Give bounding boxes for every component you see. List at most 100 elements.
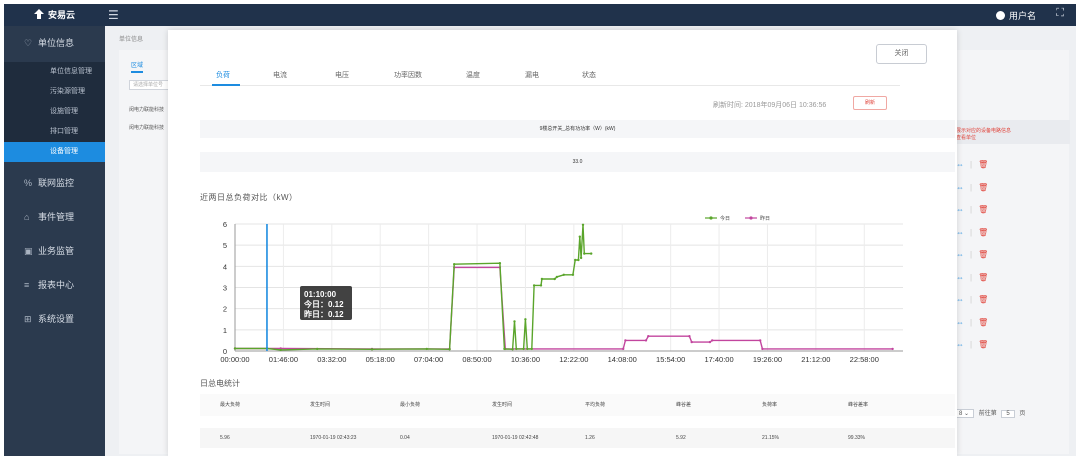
delete-icon[interactable]: 🗑 bbox=[978, 295, 988, 304]
x-tick-label: 03:32:00 bbox=[317, 355, 346, 364]
data-point[interactable] bbox=[690, 340, 693, 344]
data-point[interactable] bbox=[761, 347, 764, 351]
data-point[interactable] bbox=[530, 347, 533, 351]
list-item[interactable]: 闵电力联能科技 bbox=[129, 106, 164, 113]
close-button[interactable]: 关闭 bbox=[876, 44, 927, 64]
list-item[interactable]: 闵电力联能科技 bbox=[129, 124, 164, 131]
delete-icon[interactable]: 🗑 bbox=[978, 250, 988, 259]
sidebar-group-event[interactable]: ⌂ 事件管理 bbox=[4, 204, 105, 230]
data-point[interactable] bbox=[425, 347, 428, 351]
data-point[interactable] bbox=[891, 347, 894, 351]
user-menu[interactable]: 用户名 bbox=[995, 9, 1036, 22]
data-point[interactable] bbox=[448, 348, 451, 351]
data-point[interactable] bbox=[708, 340, 712, 344]
sidebar-item-device[interactable]: 设备管理 bbox=[4, 142, 105, 162]
delete-icon[interactable]: 🗑 bbox=[978, 340, 988, 349]
edit-icon[interactable]: ⇔ bbox=[956, 295, 964, 304]
data-point[interactable] bbox=[539, 284, 543, 287]
delete-icon[interactable]: 🗑 bbox=[978, 205, 988, 214]
operations-note[interactable]: 展示对应的设备电路信息 查看单位 bbox=[956, 128, 1011, 142]
edit-icon[interactable]: ⇔ bbox=[956, 205, 964, 214]
sidebar-group-label: 业务监管 bbox=[38, 246, 75, 256]
edit-icon[interactable]: ⇔ bbox=[956, 273, 964, 282]
data-point[interactable] bbox=[503, 347, 506, 351]
data-point[interactable] bbox=[647, 335, 650, 338]
sidebar-group-business[interactable]: ▣ 业务监管 bbox=[4, 238, 105, 264]
tab-leakage[interactable]: 漏电 bbox=[525, 70, 539, 80]
edit-icon[interactable]: ⇔ bbox=[956, 318, 964, 327]
tab-status[interactable]: 状态 bbox=[582, 70, 596, 80]
data-point[interactable] bbox=[711, 339, 714, 342]
data-point[interactable] bbox=[624, 339, 627, 342]
sidebar-group-unit-info[interactable]: ♡ 单位信息 bbox=[4, 30, 105, 56]
edit-icon[interactable]: ⇔ bbox=[956, 340, 964, 349]
data-point[interactable] bbox=[555, 275, 559, 279]
edit-icon[interactable]: ⇔ bbox=[956, 228, 964, 237]
tab-temperature[interactable]: 温度 bbox=[466, 70, 480, 80]
stats-header-cell: 峰谷差率 bbox=[848, 402, 869, 408]
delete-icon[interactable]: 🗑 bbox=[978, 273, 988, 282]
refresh-button[interactable]: 刷新 bbox=[853, 96, 887, 110]
menu-toggle-icon[interactable]: ☰ bbox=[108, 8, 119, 22]
delete-icon[interactable]: 🗑 bbox=[978, 318, 988, 327]
sidebar-group-network-monitor[interactable]: % 联网监控 bbox=[4, 170, 105, 196]
data-point[interactable] bbox=[453, 263, 456, 266]
sidebar-group-report[interactable]: ≡ 报表中心 bbox=[4, 272, 105, 298]
data-point[interactable] bbox=[581, 223, 585, 226]
legend-label[interactable]: 今日 bbox=[720, 215, 730, 222]
data-point[interactable] bbox=[579, 256, 583, 260]
edit-icon[interactable]: ⇔ bbox=[956, 250, 964, 259]
data-point[interactable] bbox=[279, 348, 282, 352]
data-point[interactable] bbox=[522, 347, 525, 351]
tab-power-factor[interactable]: 功率因数 bbox=[394, 70, 422, 80]
page-size-value: 8 bbox=[959, 411, 963, 417]
edit-icon[interactable]: ⇔ bbox=[956, 183, 964, 192]
data-point[interactable] bbox=[583, 252, 586, 255]
data-point[interactable] bbox=[540, 277, 544, 281]
data-point[interactable] bbox=[511, 348, 514, 351]
data-point[interactable] bbox=[233, 347, 237, 350]
data-point[interactable] bbox=[688, 335, 691, 338]
delete-icon[interactable]: 🗑 bbox=[978, 228, 988, 237]
data-point[interactable] bbox=[515, 347, 518, 351]
tab-load[interactable]: 负荷 bbox=[216, 70, 230, 80]
sidebar-item-unit-info-manage[interactable]: 单位信息管理 bbox=[4, 62, 105, 82]
page-input[interactable]: 5 bbox=[1001, 410, 1015, 418]
data-point[interactable] bbox=[513, 320, 516, 323]
data-point[interactable] bbox=[571, 273, 575, 276]
data-point[interactable] bbox=[759, 339, 762, 342]
sidebar-group-settings[interactable]: ⊞ 系统设置 bbox=[4, 306, 105, 332]
delete-icon[interactable]: 🗑 bbox=[978, 160, 988, 169]
data-point[interactable] bbox=[578, 235, 581, 238]
delete-icon[interactable]: 🗑 bbox=[978, 183, 988, 192]
data-point[interactable] bbox=[524, 318, 527, 321]
operations-row: ⇔ | 🗑 bbox=[956, 205, 988, 214]
data-point[interactable] bbox=[574, 258, 577, 262]
data-point[interactable] bbox=[498, 262, 502, 265]
data-point[interactable] bbox=[644, 339, 648, 342]
edit-icon[interactable]: ⇔ bbox=[956, 160, 964, 169]
sidebar-item-facility[interactable]: 设施管理 bbox=[4, 102, 105, 122]
chart-icon: ≡ bbox=[24, 280, 30, 290]
data-point[interactable] bbox=[577, 258, 580, 262]
data-point[interactable] bbox=[590, 252, 593, 255]
data-point[interactable] bbox=[562, 273, 565, 276]
data-point[interactable] bbox=[370, 348, 374, 351]
tab-region[interactable]: 区域 bbox=[131, 60, 144, 73]
sidebar-item-outlet[interactable]: 排口管理 bbox=[4, 122, 105, 142]
data-point[interactable] bbox=[622, 347, 625, 351]
sidebar-group-label: 报表中心 bbox=[38, 280, 75, 290]
data-point[interactable] bbox=[553, 277, 556, 281]
fullscreen-icon[interactable]: ⛶ bbox=[1056, 7, 1064, 20]
tab-voltage[interactable]: 电压 bbox=[335, 70, 349, 80]
legend-label[interactable]: 昨日 bbox=[760, 215, 770, 222]
app-logo[interactable]: 安易云 bbox=[34, 8, 75, 21]
data-point[interactable] bbox=[526, 347, 529, 351]
data-point[interactable] bbox=[532, 284, 536, 287]
page-size-select[interactable]: 8 ⌄ bbox=[954, 409, 975, 418]
load-comparison-chart[interactable]: 012345600:00:00 01:46:00 03:32:00 05:18:00 0… bbox=[200, 206, 940, 374]
sidebar-item-pollution-source[interactable]: 污染源管理 bbox=[4, 82, 105, 102]
data-point[interactable] bbox=[316, 347, 319, 351]
stats-header-cell: 最小负荷 bbox=[400, 402, 421, 408]
tab-current[interactable]: 电流 bbox=[273, 70, 287, 80]
